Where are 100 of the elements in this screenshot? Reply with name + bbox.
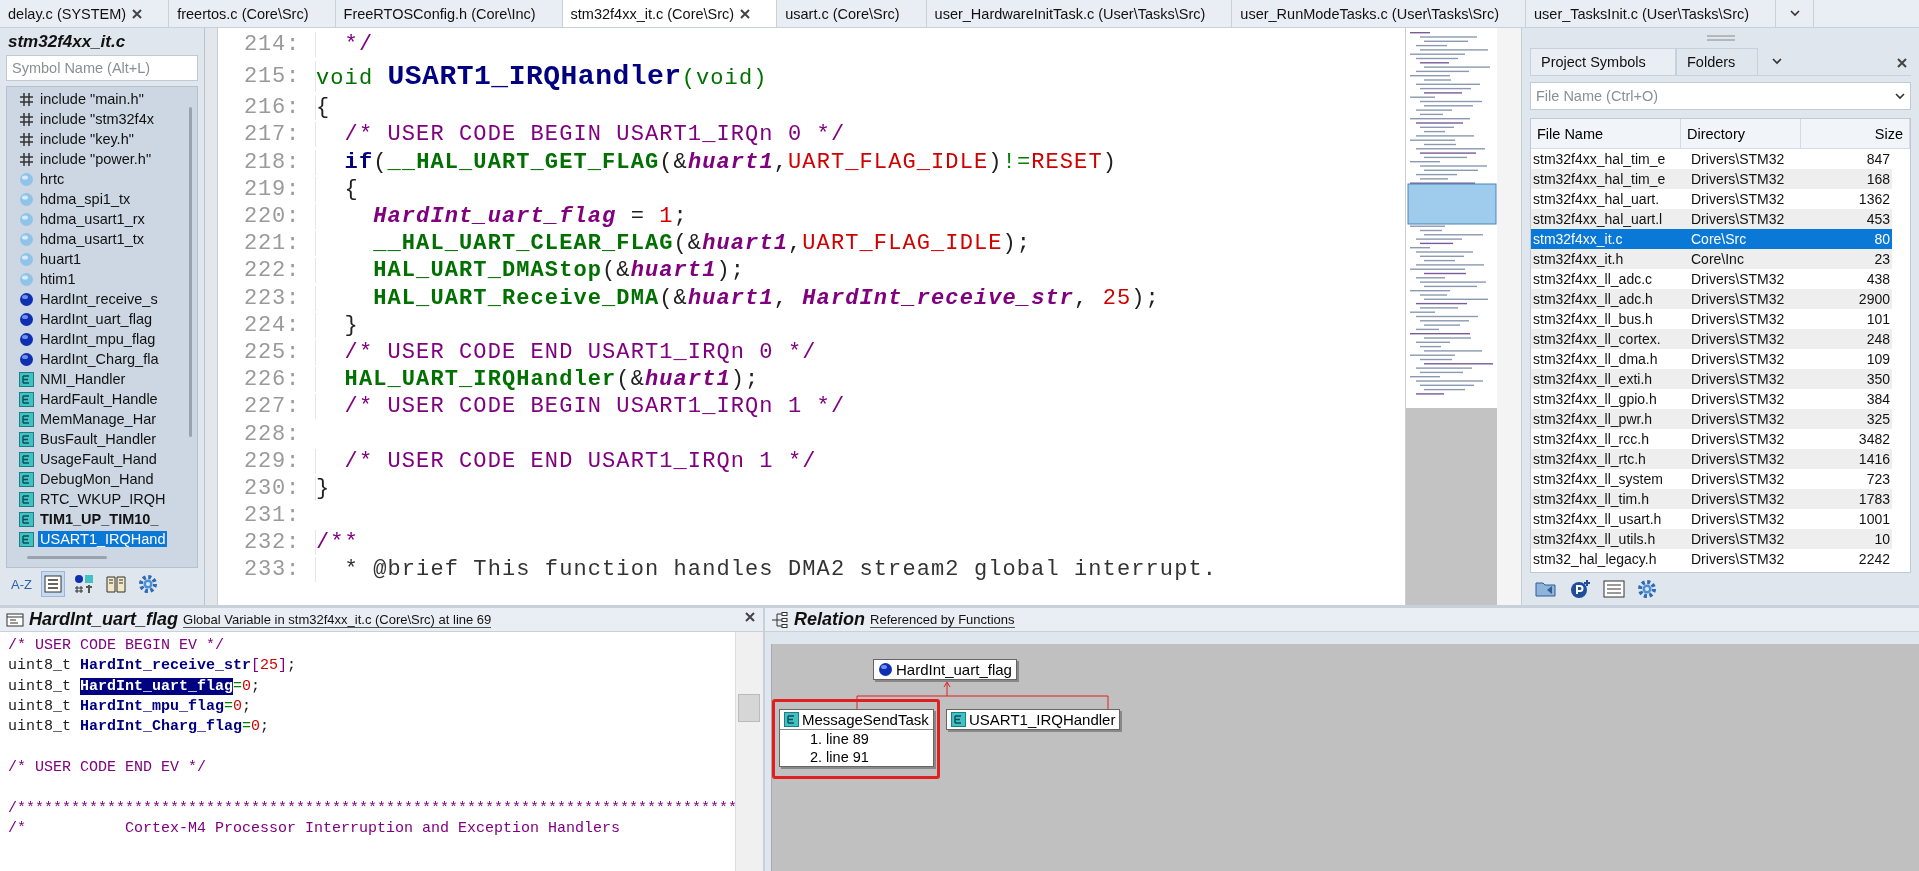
- tree-icon: [771, 611, 789, 628]
- file-name-cell-text: stm32f4xx_ll_tim.h: [1532, 490, 1650, 509]
- tree-item[interactable]: NMI_Handler: [38, 371, 128, 387]
- caret-icon: [1789, 10, 1800, 17]
- file-name-cell-text: stm32_hal_legacy.h: [1532, 550, 1658, 569]
- file-row[interactable]: stm32f4xx_ll_adc.h Drivers\STM32 2900: [1531, 289, 1892, 309]
- file-name-cell-text: stm32f4xx_it.c: [1532, 230, 1624, 249]
- line-number: 233:: [243, 557, 300, 583]
- file-name-cell-text: stm32f4xx_ll_bus.h: [1532, 310, 1654, 329]
- tab-label: stm32f4xx_it.c (Core\Src): [570, 5, 735, 22]
- tree-item[interactable]: USART1_IRQHand: [38, 531, 168, 547]
- tree-item[interactable]: UsageFault_Hand: [38, 451, 159, 467]
- column-header[interactable]: Size: [1801, 119, 1910, 148]
- sphere-icon: [19, 251, 34, 267]
- code-line: }: [315, 312, 359, 338]
- size-cell-text: 109: [1865, 350, 1891, 369]
- line-number: 223:: [243, 285, 300, 311]
- function-node[interactable]: USART1_IRQHandler: [946, 709, 1121, 730]
- tree-item[interactable]: HardFault_Handle: [38, 391, 160, 407]
- code-line: /* USER CODE END USART1_IRQn 1 */: [315, 448, 817, 474]
- file-name-cell-text: stm32f4xx_hal_uart.l: [1532, 210, 1664, 229]
- size-cell-text: 2242: [1857, 550, 1891, 569]
- tree-item[interactable]: HardInt_mpu_flag: [38, 331, 158, 347]
- tree-item[interactable]: TIM1_UP_TIM10_: [38, 511, 161, 527]
- panel-tab[interactable]: Project Symbols: [1530, 48, 1676, 75]
- size-cell-text: 101: [1865, 310, 1891, 329]
- symbol-node[interactable]: HardInt_uart_flag: [873, 659, 1017, 680]
- file-name-cell-text: stm32f4xx_ll_rcc.h: [1532, 430, 1650, 449]
- size-cell-text: 847: [1865, 150, 1891, 169]
- size-cell-text: 438: [1865, 270, 1891, 289]
- placeholder-text: File Name (Ctrl+O): [1536, 88, 1659, 104]
- directory-cell-text: Drivers\STM32: [1690, 410, 1786, 429]
- hash-icon: [19, 91, 34, 107]
- reference-line[interactable]: 2. line 91: [780, 748, 933, 766]
- file-row[interactable]: stm32f4xx_it.c Core\Src 80: [1531, 229, 1892, 249]
- hash-icon: [19, 131, 34, 147]
- directory-cell-text: Drivers\STM32: [1690, 510, 1786, 529]
- file-row[interactable]: stm32f4xx_ll_exti.h Drivers\STM32 350: [1531, 369, 1892, 389]
- node-label: HardInt_uart_flag: [896, 661, 1012, 678]
- tree-item[interactable]: BusFault_Handler: [38, 431, 159, 447]
- panel-tab[interactable]: Folders: [1676, 48, 1758, 75]
- file-name-cell-text: stm32f4xx_it.h: [1532, 250, 1625, 269]
- tree-item[interactable]: hrtc: [38, 171, 67, 187]
- scrollbar[interactable]: [735, 632, 763, 871]
- code-line: /**: [315, 530, 359, 556]
- code-line: HAL_UART_DMAStop(&huart1);: [315, 258, 746, 284]
- file-row[interactable]: stm32f4xx_ll_tim.h Drivers\STM32 1783: [1531, 489, 1892, 509]
- line-number: 231:: [243, 503, 300, 529]
- tree-item[interactable]: DebugMon_Hand: [38, 471, 156, 487]
- file-row[interactable]: stm32f4xx_ll_cortex. Drivers\STM32 248: [1531, 329, 1892, 349]
- directory-cell-text: Drivers\STM32: [1690, 210, 1786, 229]
- tree-item[interactable]: hdma_spi1_tx: [38, 191, 133, 207]
- tab-label: user_HardwareInitTask.c (User\Tasks\Src): [934, 5, 1206, 22]
- code-line: /* USER CODE END USART1_IRQn 0 */: [315, 339, 817, 365]
- line-number: 222:: [243, 258, 300, 284]
- tree-item[interactable]: hdma_usart1_tx: [38, 231, 146, 247]
- function-icon: [19, 451, 34, 467]
- tree-item[interactable]: include "key.h": [38, 131, 136, 147]
- line-number: 218:: [243, 149, 300, 175]
- sphere-icon: [19, 311, 34, 327]
- tree-item[interactable]: huart1: [38, 251, 84, 267]
- tree-item[interactable]: RTC_WKUP_IRQH: [38, 491, 168, 507]
- line-number: 227:: [243, 394, 300, 420]
- list-view-button[interactable]: [40, 571, 65, 597]
- scrollbar[interactable]: [27, 556, 107, 559]
- file-row[interactable]: stm32f4xx_ll_utils.h Drivers\STM32 10: [1531, 529, 1892, 549]
- tree-item[interactable]: hdma_usart1_rx: [38, 211, 147, 227]
- tree-item[interactable]: MemManage_Har: [38, 411, 159, 427]
- tree-item[interactable]: HardInt_uart_flag: [38, 311, 155, 327]
- grip-icon[interactable]: [1706, 35, 1735, 41]
- tree-item[interactable]: htim1: [38, 271, 78, 287]
- line-number: 226:: [243, 367, 300, 393]
- tree-item[interactable]: include "main.h": [38, 91, 146, 107]
- file-row[interactable]: stm32f4xx_it.h Core\Inc 23: [1531, 249, 1892, 269]
- reference-line[interactable]: 1. line 89: [780, 730, 933, 748]
- scrollbar[interactable]: [189, 107, 192, 437]
- size-cell-text: 350: [1865, 370, 1891, 389]
- sort-button[interactable]: A-Z: [8, 571, 35, 597]
- tree-item[interactable]: include "stm32f4x: [38, 111, 156, 127]
- line-number: 217:: [243, 122, 300, 148]
- file-row[interactable]: stm32f4xx_hal_tim_e Drivers\STM32 168: [1531, 169, 1892, 189]
- directory-cell-text: Drivers\STM32: [1690, 550, 1786, 569]
- line-number: 219:: [243, 176, 300, 202]
- file-row[interactable]: stm32f4xx_hal_uart.l Drivers\STM32 453: [1531, 209, 1892, 229]
- file-row[interactable]: stm32f4xx_ll_pwr.h Drivers\STM32 325: [1531, 409, 1892, 429]
- column-header[interactable]: Directory: [1681, 119, 1801, 148]
- tree-item[interactable]: HardInt_Charg_fla: [38, 351, 161, 367]
- code-line: /* USER CODE BEGIN USART1_IRQn 0 */: [315, 122, 846, 148]
- book-icon: [105, 575, 126, 593]
- file-name-cell-text: stm32f4xx_ll_exti.h: [1532, 370, 1654, 389]
- file-name-cell-text: stm32f4xx_ll_system: [1532, 470, 1664, 489]
- column-header[interactable]: File Name: [1531, 119, 1681, 148]
- file-name-cell-text: stm32f4xx_ll_utils.h: [1532, 530, 1657, 549]
- tree-item[interactable]: HardInt_receive_s: [38, 291, 160, 307]
- file-row[interactable]: stm32f4xx_ll_rtc.h Drivers\STM32 1416: [1531, 449, 1892, 469]
- sphere-icon: [19, 351, 34, 367]
- function-node[interactable]: MessageSendTask 1. line 89 2. line 91: [779, 709, 934, 767]
- close-button[interactable]: [745, 612, 755, 622]
- tree-item[interactable]: include "power.h": [38, 151, 154, 167]
- file-tab[interactable]: stm32f4xx_it.c (Core\Src): [562, 0, 778, 27]
